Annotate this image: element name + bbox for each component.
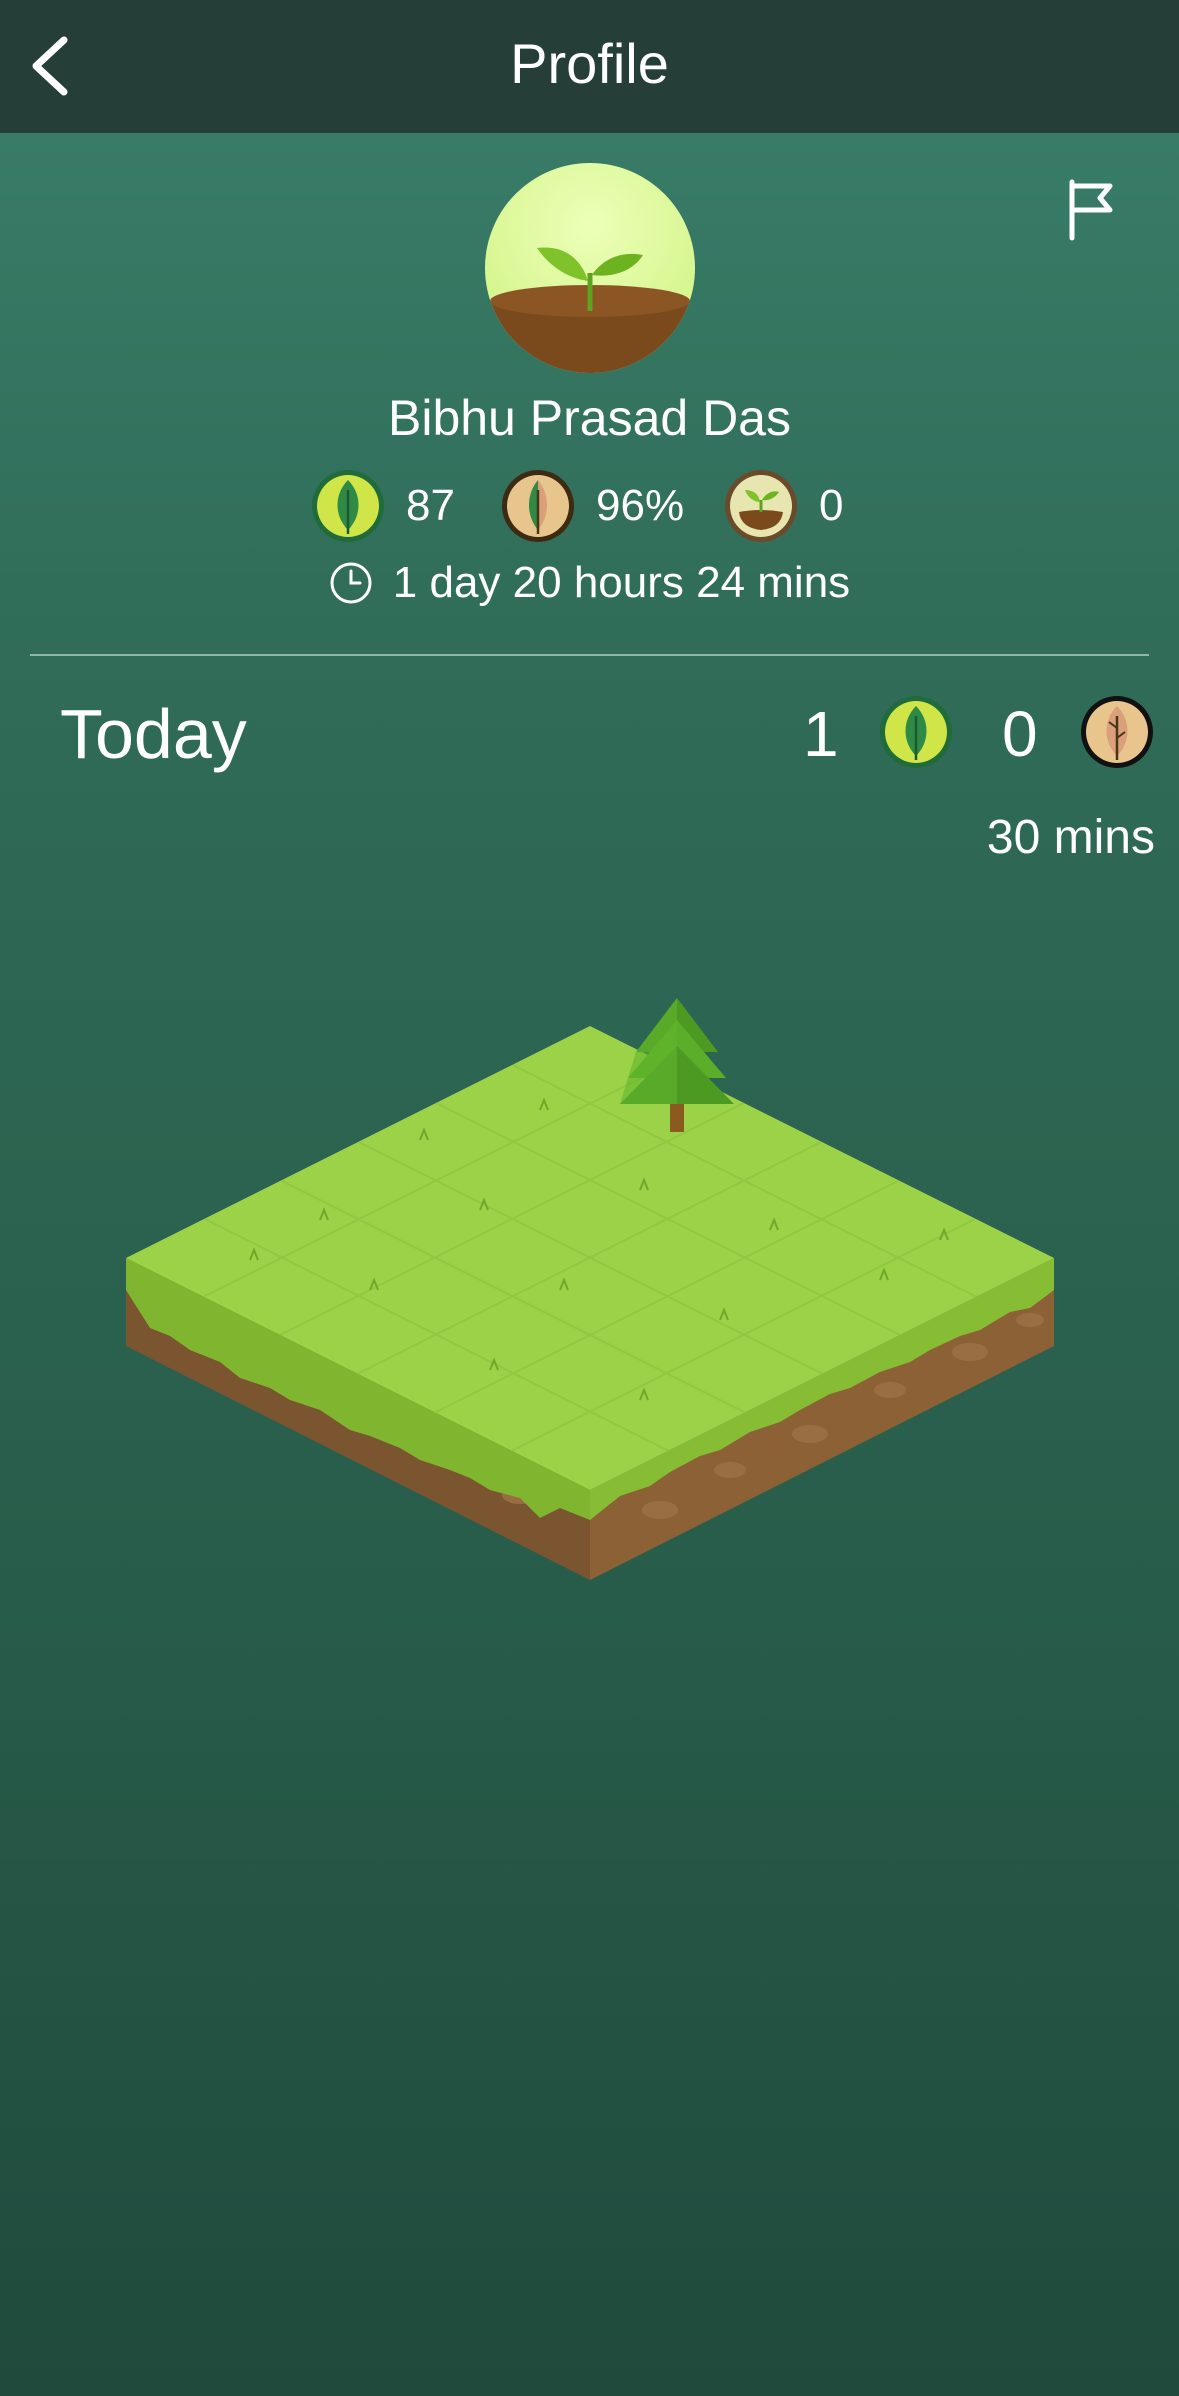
withered-leaf-icon: [502, 470, 574, 542]
avatar: [485, 163, 695, 373]
success-rate-value: 96%: [596, 481, 685, 530]
username: Bibhu Prasad Das: [387, 390, 791, 446]
green-leaf-icon: [312, 470, 384, 542]
healthy-trees-stat: 87: [310, 466, 455, 546]
flag-icon: [1069, 179, 1113, 241]
top-bar: Profile: [0, 0, 1179, 133]
seeds-count: 0: [819, 481, 844, 530]
success-rate-stat: 96%: [500, 466, 684, 546]
flag-button[interactable]: [1060, 176, 1122, 242]
divider: [30, 654, 1149, 656]
today-healthy-count: 1: [803, 698, 839, 770]
green-leaf-icon: [880, 696, 952, 768]
focus-time-value: 1 day 20 hours 24 mins: [392, 558, 851, 607]
sprout-avatar-icon: [485, 247, 695, 373]
sprout-icon: [725, 470, 797, 542]
healthy-trees-count: 87: [406, 481, 455, 530]
isometric-forest-illustration: [126, 998, 1054, 1580]
today-dead-count: 0: [1002, 698, 1038, 770]
total-focus-time: 1 day 20 hours 24 mins: [0, 558, 1179, 608]
seeds-stat: 0: [723, 466, 843, 546]
forest-island[interactable]: [120, 990, 1060, 1590]
page-title: Profile: [510, 32, 669, 95]
today-duration: 30 mins: [986, 811, 1155, 864]
withered-leaf-icon: [1081, 696, 1153, 768]
today-label: Today: [60, 695, 247, 773]
clock-icon: [330, 562, 372, 604]
